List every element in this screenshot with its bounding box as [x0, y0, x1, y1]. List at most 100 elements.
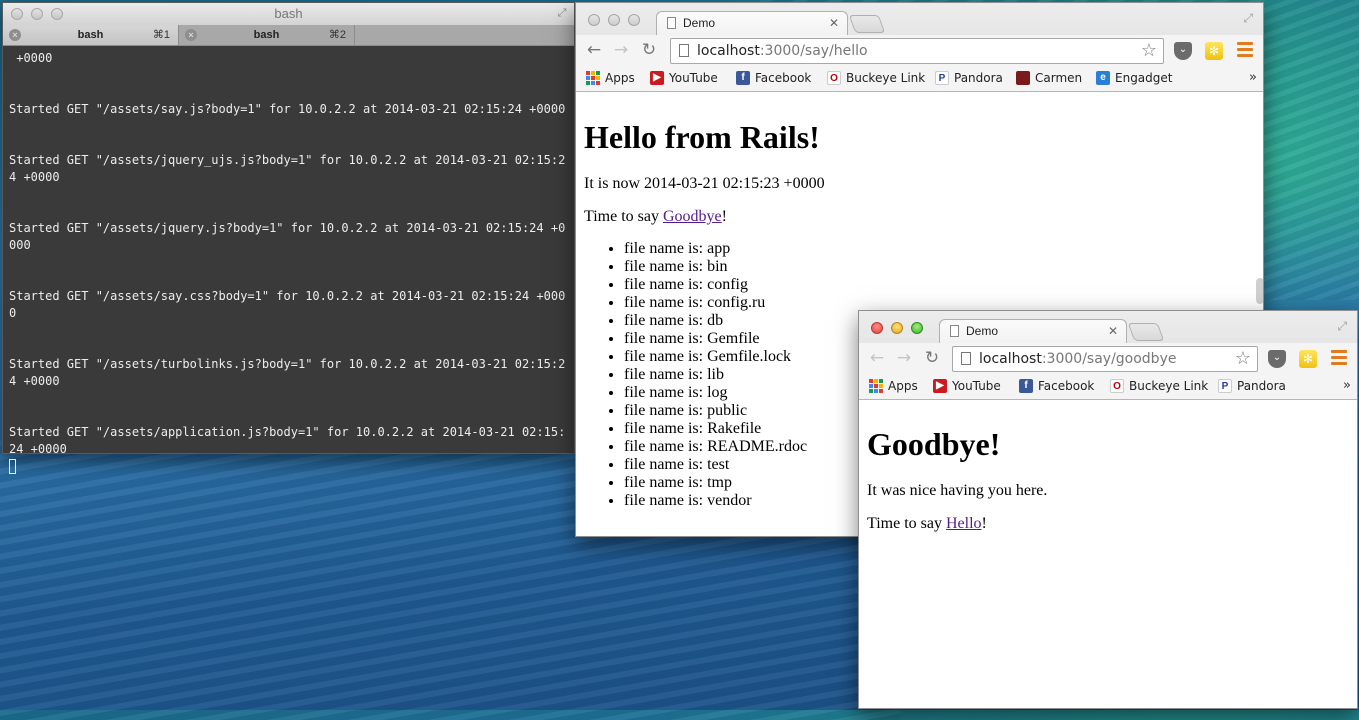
- bookmark-label: Pandora: [954, 71, 1003, 85]
- browser-tab[interactable]: Demo ✕: [939, 319, 1127, 343]
- fullscreen-icon[interactable]: ⤢: [556, 7, 568, 19]
- close-tab-icon[interactable]: ×: [9, 29, 21, 41]
- bookmark-label: Engadget: [1115, 71, 1173, 85]
- bookmark-pandora[interactable]: P Pandora: [1218, 379, 1286, 393]
- bookmark-pandora[interactable]: P Pandora: [935, 71, 1003, 85]
- bookmark-label: YouTube: [952, 379, 1001, 393]
- tab-strip: Demo ✕ ⤢: [576, 3, 1263, 35]
- bookmark-label: Apps: [605, 71, 635, 85]
- reload-icon[interactable]: ↻: [639, 40, 659, 60]
- goodbye-link[interactable]: Goodbye: [663, 208, 722, 225]
- bookmark-facebook[interactable]: f Facebook: [736, 71, 811, 85]
- terminal-line: Started GET "/assets/say.css?body=1" for…: [9, 289, 566, 320]
- page-heading: Goodbye!: [867, 426, 1001, 462]
- terminal-line: Started GET "/assets/jquery_ujs.js?body=…: [9, 153, 566, 184]
- address-bar[interactable]: localhost:3000/say/hello ☆: [670, 38, 1164, 64]
- minimize-button[interactable]: [891, 322, 903, 334]
- terminal-tab-2[interactable]: × bash ⌘2: [179, 25, 355, 45]
- say-paragraph: Time to say Goodbye!: [584, 207, 1255, 226]
- forward-arrow-icon[interactable]: →: [894, 348, 914, 368]
- new-tab-button[interactable]: [848, 15, 886, 33]
- bookmark-label: Facebook: [755, 71, 812, 85]
- tab-shortcut: ⌘2: [328, 29, 346, 41]
- url-host: localhost: [979, 351, 1042, 367]
- engadget-icon: e: [1096, 71, 1110, 85]
- tab-label: bash: [253, 29, 280, 41]
- menu-icon[interactable]: [1331, 350, 1347, 368]
- terminal-titlebar[interactable]: bash ⤢: [3, 3, 574, 25]
- close-tab-icon[interactable]: ✕: [829, 12, 839, 34]
- back-arrow-icon[interactable]: ←: [867, 348, 887, 368]
- address-bar[interactable]: localhost:3000/say/goodbye ☆: [952, 346, 1258, 372]
- close-tab-icon[interactable]: ✕: [1108, 320, 1118, 342]
- file-list-item: file name is: app: [624, 240, 1255, 258]
- terminal-line: Started GET "/assets/turbolinks.js?body=…: [9, 357, 566, 388]
- zoom-button[interactable]: [51, 8, 63, 20]
- hello-link[interactable]: Hello: [946, 515, 982, 532]
- bookmark-label: Buckeye Link: [846, 71, 926, 85]
- bookmark-apps[interactable]: Apps: [869, 379, 918, 393]
- terminal-output[interactable]: +0000 Started GET "/assets/say.js?body=1…: [3, 46, 574, 474]
- extension-icon[interactable]: ✻: [1299, 350, 1317, 368]
- terminal-tab-1[interactable]: × bash ⌘1: [3, 25, 179, 45]
- fullscreen-icon[interactable]: ⤢: [1337, 319, 1347, 334]
- menu-icon[interactable]: [1237, 42, 1253, 60]
- buckeye-link-icon: O: [1110, 379, 1124, 393]
- scrollbar-thumb[interactable]: [1256, 278, 1263, 304]
- bookmark-buckeye-link[interactable]: O Buckeye Link: [827, 71, 925, 85]
- bookmark-youtube[interactable]: ▶ YouTube: [933, 379, 1001, 393]
- pocket-extension-icon[interactable]: ⌄: [1174, 42, 1192, 60]
- bookmark-apps[interactable]: Apps: [586, 71, 635, 85]
- browser-chrome: Demo ✕ ⤢ ← → ↻ localhost:3000/say/goodby…: [859, 311, 1357, 400]
- close-button[interactable]: [588, 14, 600, 26]
- extension-icon[interactable]: ✻: [1205, 42, 1223, 60]
- pocket-extension-icon[interactable]: ⌄: [1268, 350, 1286, 368]
- zoom-button[interactable]: [911, 322, 923, 334]
- bookmark-engadget[interactable]: e Engadget: [1096, 71, 1172, 85]
- terminal-window: bash ⤢ × bash ⌘1 × bash ⌘2 +0000 Started…: [2, 2, 575, 474]
- terminal-line: Started GET "/assets/jquery.js?body=1" f…: [9, 221, 566, 252]
- facebook-icon: f: [736, 71, 750, 85]
- apps-grid-icon: [586, 71, 600, 85]
- bookmark-facebook[interactable]: f Facebook: [1019, 379, 1094, 393]
- page-icon: [679, 44, 689, 57]
- page-content: Goodbye! It was nice having you here. Ti…: [859, 405, 1357, 708]
- bookmark-youtube[interactable]: ▶ YouTube: [650, 71, 718, 85]
- fullscreen-icon[interactable]: ⤢: [1243, 11, 1253, 26]
- file-list-item: file name is: config: [624, 276, 1255, 294]
- forward-arrow-icon[interactable]: →: [611, 40, 631, 60]
- close-button[interactable]: [871, 322, 883, 334]
- bookmarks-overflow-icon[interactable]: »: [1343, 378, 1351, 393]
- youtube-icon: ▶: [650, 71, 664, 85]
- bookmark-star-icon[interactable]: ☆: [1235, 347, 1251, 371]
- page-icon: [950, 325, 959, 337]
- time-text: It is now 2014-03-21 02:15:23 +0000: [584, 175, 825, 192]
- bookmarks-overflow-icon[interactable]: »: [1249, 70, 1257, 85]
- close-tab-icon[interactable]: ×: [185, 29, 197, 41]
- back-arrow-icon[interactable]: ←: [584, 40, 604, 60]
- minimize-button[interactable]: [31, 8, 43, 20]
- bookmark-label: Carmen: [1035, 71, 1083, 85]
- close-button[interactable]: [11, 8, 23, 20]
- zoom-button[interactable]: [628, 14, 640, 26]
- bookmark-carmen[interactable]: Carmen: [1016, 71, 1082, 85]
- facebook-icon: f: [1019, 379, 1033, 393]
- bookmarks-bar: e Engadget Carmen P Pandora O Buckeye Link f Fac…: [576, 67, 1263, 91]
- say-paragraph: Time to say Hello!: [867, 514, 1349, 533]
- bookmarks-bar: P Pandora O Buckeye Link f Facebook ▶ YouTube Ap…: [859, 375, 1357, 399]
- browser-tab[interactable]: Demo ✕: [656, 11, 848, 35]
- tab-label: bash: [77, 29, 104, 41]
- new-tab-button[interactable]: [1127, 323, 1165, 341]
- bookmark-buckeye-link[interactable]: O Buckeye Link: [1110, 379, 1208, 393]
- reload-icon[interactable]: ↻: [922, 348, 942, 368]
- tab-title: Demo: [683, 16, 716, 30]
- carmen-icon: [1016, 71, 1030, 85]
- bookmark-label: Apps: [888, 379, 918, 393]
- minimize-button[interactable]: [608, 14, 620, 26]
- bookmark-star-icon[interactable]: ☆: [1141, 39, 1157, 63]
